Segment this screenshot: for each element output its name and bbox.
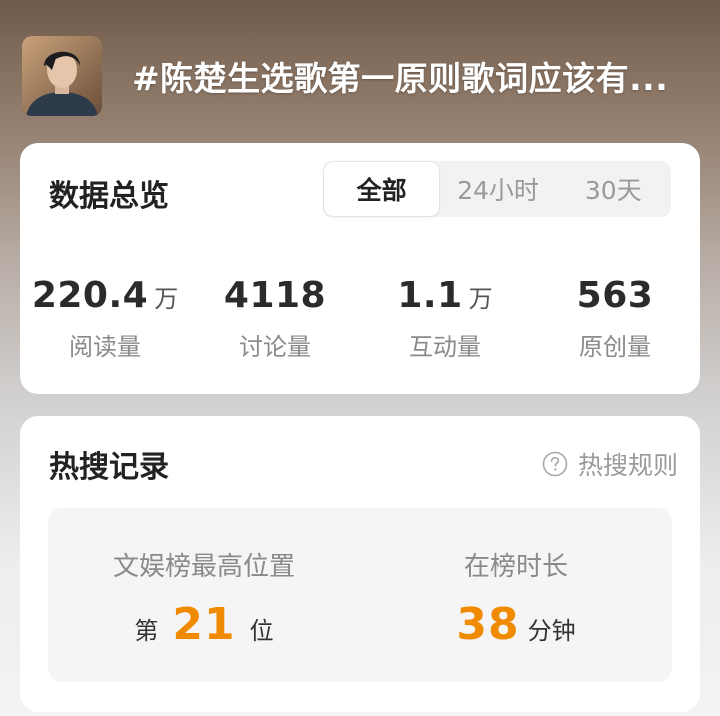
stat-reads: 220.4 万 阅读量 <box>20 275 190 362</box>
hot-search-record-card: 热搜记录 热搜规则 文娱榜最高位置 第 21 位 在榜时长 38 分钟 <box>20 416 700 712</box>
stat-label: 阅读量 <box>69 333 141 361</box>
topic-header: #陈楚生选歌第一原则歌词应该有... <box>22 34 702 118</box>
stat-originals: 563 原创量 <box>530 275 700 362</box>
duration-suffix: 分钟 <box>527 617 576 645</box>
tab-all[interactable]: 全部 <box>323 161 441 217</box>
data-overview-card: 数据总览 全部 24小时 30天 220.4 万 阅读量 4118 讨论量 1.… <box>20 143 700 394</box>
stat-interactions: 1.1 万 互动量 <box>360 275 530 362</box>
stat-value: 4118 <box>223 275 327 316</box>
stat-unit: 万 <box>468 285 493 313</box>
rank-value: 21 <box>172 599 236 650</box>
duration-value: 38 <box>456 599 520 650</box>
stat-value: 220.4 <box>31 275 149 316</box>
stat-label: 讨论量 <box>239 333 311 361</box>
person-photo-icon <box>22 36 102 116</box>
record-summary: 文娱榜最高位置 第 21 位 在榜时长 38 分钟 <box>48 508 672 682</box>
question-circle-icon <box>542 451 568 477</box>
tab-30d[interactable]: 30天 <box>556 161 671 217</box>
time-on-list: 在榜时长 38 分钟 <box>360 508 672 682</box>
hot-search-title: 热搜记录 <box>49 450 169 485</box>
stat-label: 互动量 <box>409 333 481 361</box>
rules-label: 热搜规则 <box>577 451 678 480</box>
stat-label: 原创量 <box>579 333 651 361</box>
stat-value: 1.1 <box>397 275 463 316</box>
stat-value: 563 <box>576 275 654 316</box>
highest-rank: 文娱榜最高位置 第 21 位 <box>48 508 360 682</box>
time-range-selector: 全部 24小时 30天 <box>323 161 671 217</box>
rank-suffix: 位 <box>249 617 274 645</box>
stats-row: 220.4 万 阅读量 4118 讨论量 1.1 万 互动量 563 原创量 <box>20 275 700 362</box>
overview-title: 数据总览 <box>49 179 169 214</box>
hot-search-rules-link[interactable]: 热搜规则 <box>542 446 678 482</box>
time-on-list-label: 在榜时长 <box>463 552 568 582</box>
stat-unit: 万 <box>154 285 179 313</box>
rank-prefix: 第 <box>134 617 159 645</box>
avatar[interactable] <box>22 36 102 116</box>
highest-rank-label: 文娱榜最高位置 <box>112 552 295 582</box>
tab-24h[interactable]: 24小时 <box>440 161 555 217</box>
stat-discussions: 4118 讨论量 <box>190 275 360 362</box>
topic-title: #陈楚生选歌第一原则歌词应该有... <box>132 59 669 98</box>
